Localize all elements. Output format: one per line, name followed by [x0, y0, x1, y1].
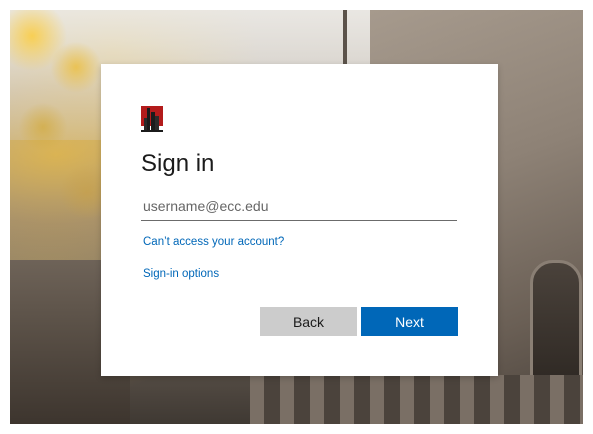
signin-options-link[interactable]: Sign-in options: [143, 268, 219, 280]
background-pole: [343, 10, 347, 70]
next-button[interactable]: Next: [361, 307, 458, 336]
cant-access-account-link[interactable]: Can’t access your account?: [143, 236, 284, 248]
back-button[interactable]: Back: [260, 307, 357, 336]
username-field-container: [141, 192, 457, 221]
college-building-logo-icon: [141, 104, 163, 134]
background-columns: [250, 375, 583, 424]
signin-card: Sign in Can’t access your account? Sign-…: [101, 64, 498, 376]
username-input[interactable]: [141, 192, 457, 220]
page-title: Sign in: [141, 150, 215, 177]
background-arched-window: [530, 260, 582, 386]
